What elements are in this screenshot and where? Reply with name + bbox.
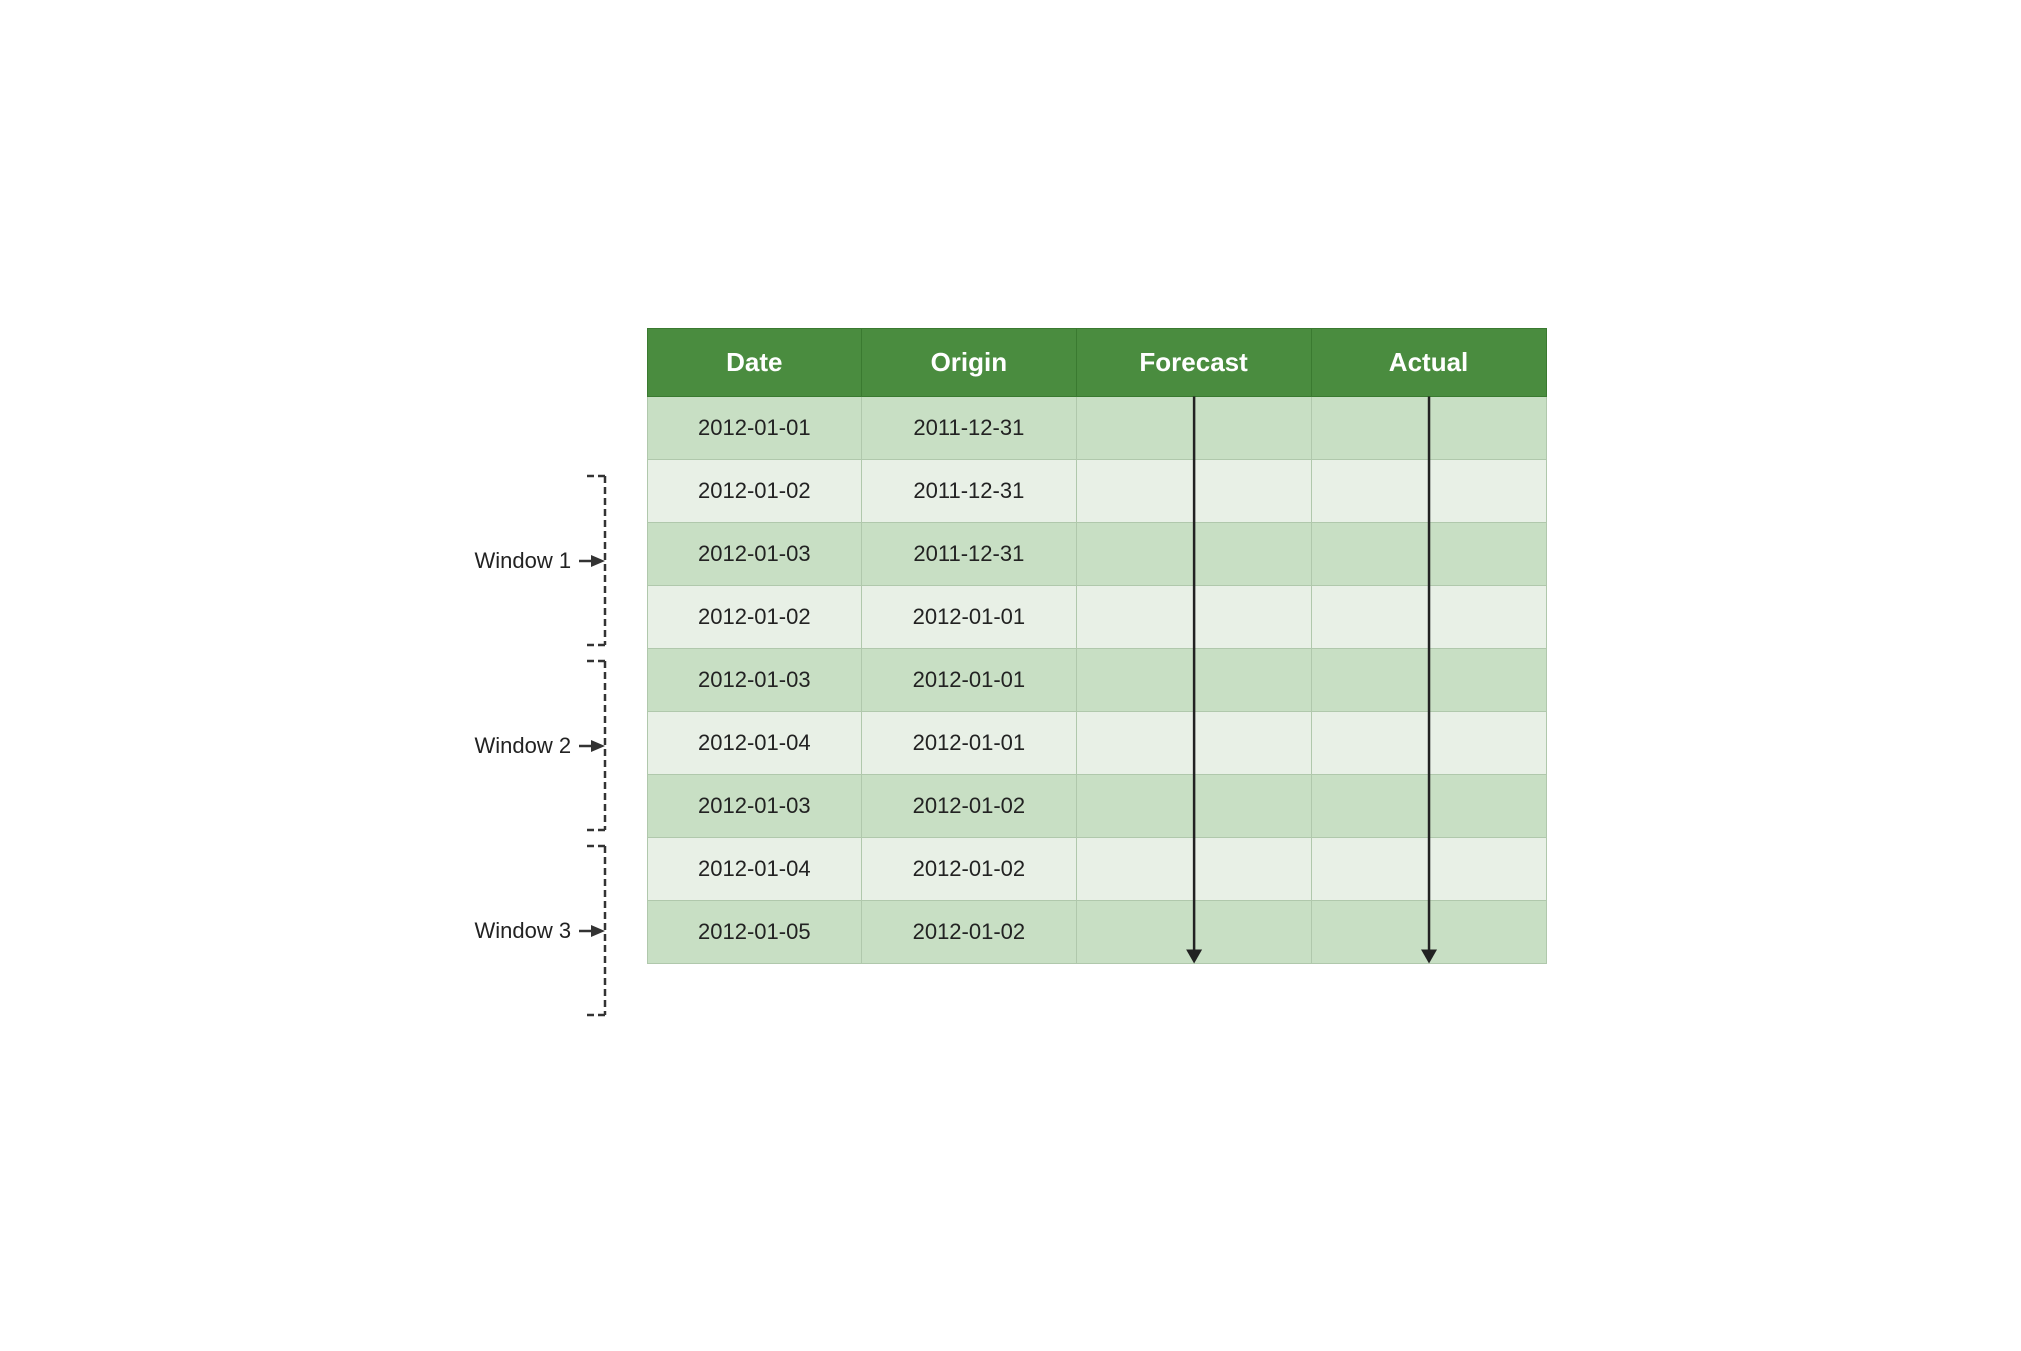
cell-date: 2012-01-04 xyxy=(647,838,862,901)
cell-origin: 2012-01-01 xyxy=(862,649,1077,712)
cell-date: 2012-01-05 xyxy=(647,901,862,964)
sidebar-labels: Window 1 Window 2 xyxy=(475,328,635,1023)
cell-forecast xyxy=(1076,712,1311,775)
table-row: 2012-01-032011-12-31 xyxy=(647,523,1546,586)
table-row: 2012-01-022011-12-31 xyxy=(647,460,1546,523)
cell-actual xyxy=(1311,838,1546,901)
header-forecast: Forecast xyxy=(1076,329,1311,397)
header-actual: Actual xyxy=(1311,329,1546,397)
cell-actual xyxy=(1311,460,1546,523)
header-date: Date xyxy=(647,329,862,397)
window-1-label: Window 1 xyxy=(475,548,572,574)
cell-forecast xyxy=(1076,901,1311,964)
main-layout: Window 1 Window 2 xyxy=(475,328,1547,1023)
table-row: 2012-01-032012-01-01 xyxy=(647,649,1546,712)
window-1-bracket-svg xyxy=(577,468,617,653)
cell-actual xyxy=(1311,586,1546,649)
window-2-label: Window 2 xyxy=(475,733,572,759)
cell-forecast xyxy=(1076,397,1311,460)
table-row: 2012-01-032012-01-02 xyxy=(647,775,1546,838)
table-body: 2012-01-012011-12-31 2012-01-022011-12-3… xyxy=(647,397,1546,964)
cell-forecast xyxy=(1076,586,1311,649)
cell-actual xyxy=(1311,649,1546,712)
table-row: 2012-01-042012-01-01 xyxy=(647,712,1546,775)
cell-date: 2012-01-03 xyxy=(647,775,862,838)
window-2-bracket xyxy=(577,653,617,838)
cell-date: 2012-01-04 xyxy=(647,712,862,775)
cell-forecast xyxy=(1076,523,1311,586)
cell-actual xyxy=(1311,712,1546,775)
cell-forecast xyxy=(1076,460,1311,523)
window-3-group: Window 3 xyxy=(475,838,635,1023)
table-wrapper: Date Origin Forecast Actual 2012-01-0120… xyxy=(647,328,1547,964)
window-3-label: Window 3 xyxy=(475,918,572,944)
window-3-bracket xyxy=(577,838,617,1023)
cell-origin: 2012-01-01 xyxy=(862,712,1077,775)
window-2-bracket-svg xyxy=(577,653,617,838)
cell-forecast xyxy=(1076,775,1311,838)
cell-forecast xyxy=(1076,649,1311,712)
table-row: 2012-01-022012-01-01 xyxy=(647,586,1546,649)
cell-origin: 2011-12-31 xyxy=(862,397,1077,460)
window-2-group: Window 2 xyxy=(475,653,635,838)
window-1-group: Window 1 xyxy=(475,468,635,653)
table-row: 2012-01-012011-12-31 xyxy=(647,397,1546,460)
cell-date: 2012-01-02 xyxy=(647,460,862,523)
header-origin: Origin xyxy=(862,329,1077,397)
cell-actual xyxy=(1311,523,1546,586)
cell-actual xyxy=(1311,397,1546,460)
cell-date: 2012-01-03 xyxy=(647,523,862,586)
cell-forecast xyxy=(1076,838,1311,901)
cell-origin: 2011-12-31 xyxy=(862,460,1077,523)
window-3-bracket-svg xyxy=(577,838,617,1023)
header-row: Date Origin Forecast Actual xyxy=(647,329,1546,397)
cell-date: 2012-01-01 xyxy=(647,397,862,460)
cell-origin: 2011-12-31 xyxy=(862,523,1077,586)
cell-origin: 2012-01-02 xyxy=(862,838,1077,901)
cell-date: 2012-01-03 xyxy=(647,649,862,712)
table-row: 2012-01-042012-01-02 xyxy=(647,838,1546,901)
cell-origin: 2012-01-02 xyxy=(862,775,1077,838)
cell-date: 2012-01-02 xyxy=(647,586,862,649)
cell-origin: 2012-01-01 xyxy=(862,586,1077,649)
cell-origin: 2012-01-02 xyxy=(862,901,1077,964)
cell-actual xyxy=(1311,775,1546,838)
main-table: Date Origin Forecast Actual 2012-01-0120… xyxy=(647,328,1547,964)
window-1-bracket xyxy=(577,468,617,653)
table-row: 2012-01-052012-01-02 xyxy=(647,901,1546,964)
cell-actual xyxy=(1311,901,1546,964)
